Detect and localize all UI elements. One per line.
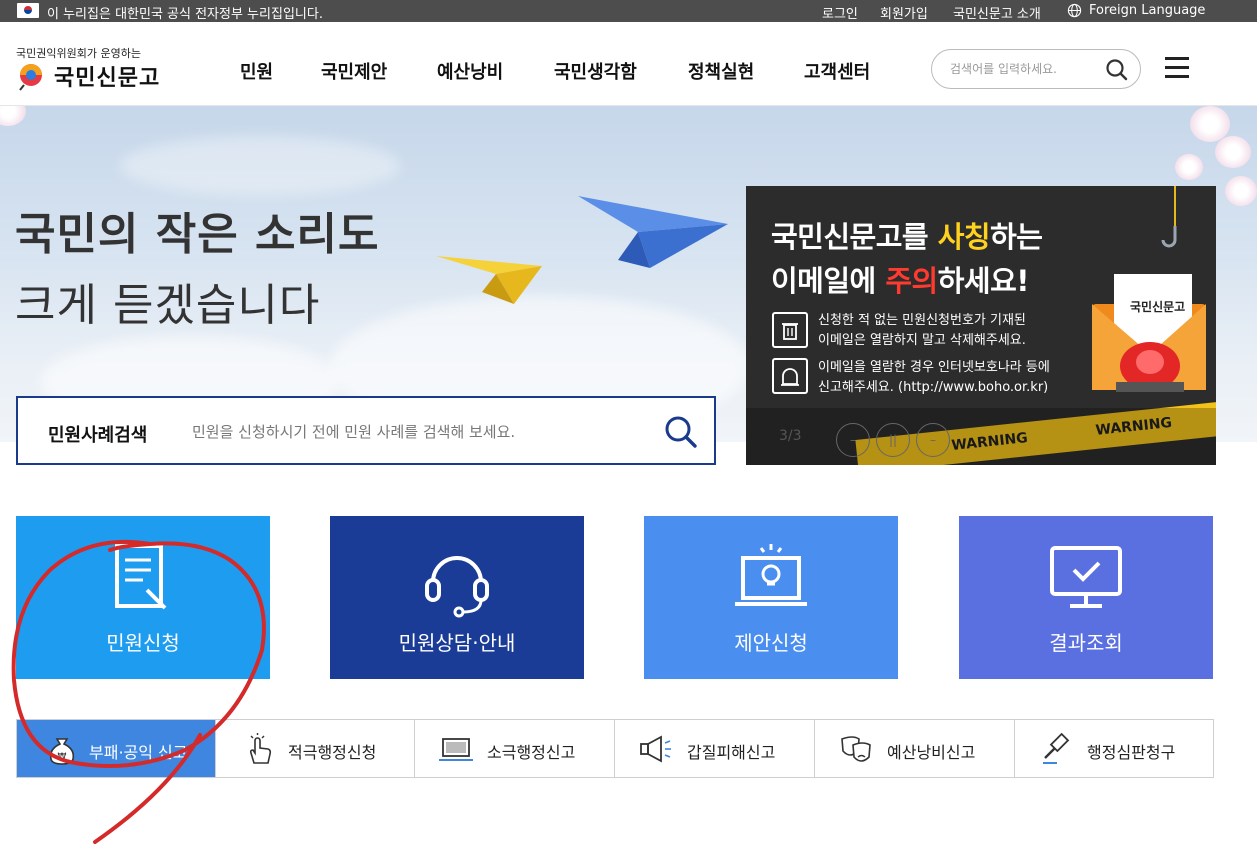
tile-result-inquiry[interactable]: 결과조회 xyxy=(959,516,1213,679)
tab-corruption-report[interactable]: ₩ 부패·공익 신고 xyxy=(17,720,216,777)
megaphone-icon xyxy=(640,735,671,763)
korea-flag-icon xyxy=(17,3,39,18)
tile-label: 민원상담·안내 xyxy=(398,631,516,655)
tile-label: 민원신청 xyxy=(106,631,180,655)
promo-banner[interactable]: 국민신문고를 사칭하는 이메일에 주의하세요! 신청한 적 없는 민원신청번호가… xyxy=(746,186,1216,465)
trash-icon xyxy=(772,312,808,348)
logo-text[interactable]: 국민신문고 xyxy=(54,60,160,92)
tab-passive-administration[interactable]: 소극행정신고 xyxy=(415,720,615,777)
alarm-icon xyxy=(772,358,808,394)
report-tabs: ₩ 부패·공익 신고 적극행정신청 소극행정신고 갑질피해신고 예산낭비신고 행… xyxy=(16,719,1214,778)
envelope-logo-text: 국민신문고 xyxy=(1130,300,1186,314)
logo-subtitle: 국민권익위원회가 운영하는 xyxy=(16,47,141,60)
slide-pause-button[interactable]: || xyxy=(876,423,910,457)
tab-administrative-appeal[interactable]: 행정심판청구 xyxy=(1015,720,1213,777)
gavel-icon xyxy=(1043,733,1070,764)
case-search-box: 민원사례검색 xyxy=(16,396,716,465)
case-search-input[interactable] xyxy=(192,420,632,444)
case-search-label: 민원사례검색 xyxy=(48,425,148,446)
slide-next-button[interactable]: – xyxy=(916,423,950,457)
money-bag-icon: ₩ xyxy=(49,738,75,765)
nav-item-public-opinion[interactable]: 국민생각함 xyxy=(554,58,637,84)
tile-label: 결과조회 xyxy=(1049,631,1123,655)
logo-emblem-icon[interactable] xyxy=(16,61,48,91)
tab-label: 갑질피해신고 xyxy=(687,743,776,762)
tab-label: 행정심판청구 xyxy=(1087,743,1176,762)
tab-label: 소극행정신고 xyxy=(487,743,576,762)
tab-active-administration[interactable]: 적극행정신청 xyxy=(216,720,415,777)
nav-item-policy[interactable]: 정책실현 xyxy=(688,58,754,84)
tab-label: 부패·공익 신고 xyxy=(89,743,188,762)
header-search xyxy=(931,49,1141,89)
slide-prev-button[interactable]: – xyxy=(836,423,870,457)
signup-link[interactable]: 회원가입 xyxy=(880,3,928,22)
paper-plane-yellow-icon xyxy=(436,256,542,304)
case-search-icon[interactable] xyxy=(662,413,700,451)
envelope-alarm-icon: 국민신문고 xyxy=(1086,274,1214,394)
header-search-input[interactable] xyxy=(950,59,1090,79)
globe-icon xyxy=(1067,3,1082,18)
hero-title-line2: 크게 듣겠습니다 xyxy=(15,280,321,331)
slide-page-indicator: 3/3 xyxy=(779,428,802,444)
tab-budget-waste-report[interactable]: 예산낭비신고 xyxy=(815,720,1015,777)
menu-icon[interactable] xyxy=(1165,57,1189,79)
tab-label: 예산낭비신고 xyxy=(887,743,976,762)
foreign-language-link[interactable]: Foreign Language xyxy=(1089,3,1205,18)
headset-icon xyxy=(425,556,489,618)
promo-desc-2: 이메일을 열람한 경우 인터넷보호나라 등에 신고해주세요. (http://ww… xyxy=(818,360,1050,395)
monitor-check-icon xyxy=(1050,546,1122,608)
tile-label: 제안신청 xyxy=(734,631,808,655)
promo-headline-1: 국민신문고를 사칭하는 xyxy=(771,220,1043,254)
tile-proposal-apply[interactable]: 제안신청 xyxy=(644,516,898,679)
nav-item-customer-center[interactable]: 고객센터 xyxy=(804,58,870,84)
about-link[interactable]: 국민신문고 소개 xyxy=(953,3,1041,22)
paper-plane-blue-icon xyxy=(578,196,728,268)
nav-item-minwon[interactable]: 민원 xyxy=(240,58,273,84)
laptop-lightbulb-icon xyxy=(735,544,807,606)
document-pen-icon xyxy=(115,544,167,610)
tile-complaint-apply[interactable]: 민원신청 xyxy=(16,516,270,679)
search-icon[interactable] xyxy=(1104,57,1130,83)
fishing-hook-icon xyxy=(1161,186,1177,248)
tab-gapjil-report[interactable]: 갑질피해신고 xyxy=(615,720,815,777)
svg-text:₩: ₩ xyxy=(58,752,67,762)
gov-banner-text: 이 누리집은 대한민국 공식 전자정부 누리집입니다. xyxy=(47,7,323,22)
promo-desc-1: 신청한 적 없는 민원신청번호가 기재된 이메일은 열람하지 말고 삭제해주세요. xyxy=(818,313,1026,348)
site-header: 국민권익위원회가 운영하는 국민신문고 민원 국민제안 예산낭비 국민생각함 정… xyxy=(0,22,1257,106)
gov-banner: 이 누리집은 대한민국 공식 전자정부 누리집입니다. 로그인 회원가입 국민신… xyxy=(0,0,1257,22)
masks-icon xyxy=(841,736,871,762)
nav-item-proposal[interactable]: 국민제안 xyxy=(321,58,387,84)
slider-controls xyxy=(746,408,1216,465)
hero-title-line1: 국민의 작은 소리도 xyxy=(15,209,380,260)
tile-consultation[interactable]: 민원상담·안내 xyxy=(330,516,584,679)
tab-label: 적극행정신청 xyxy=(288,743,377,762)
touch-hand-icon xyxy=(249,733,272,764)
login-link[interactable]: 로그인 xyxy=(822,3,858,22)
promo-headline-2: 이메일에 주의하세요! xyxy=(771,264,1029,298)
nav-item-budget-waste[interactable]: 예산낭비 xyxy=(437,58,503,84)
laptop-icon xyxy=(439,738,473,761)
